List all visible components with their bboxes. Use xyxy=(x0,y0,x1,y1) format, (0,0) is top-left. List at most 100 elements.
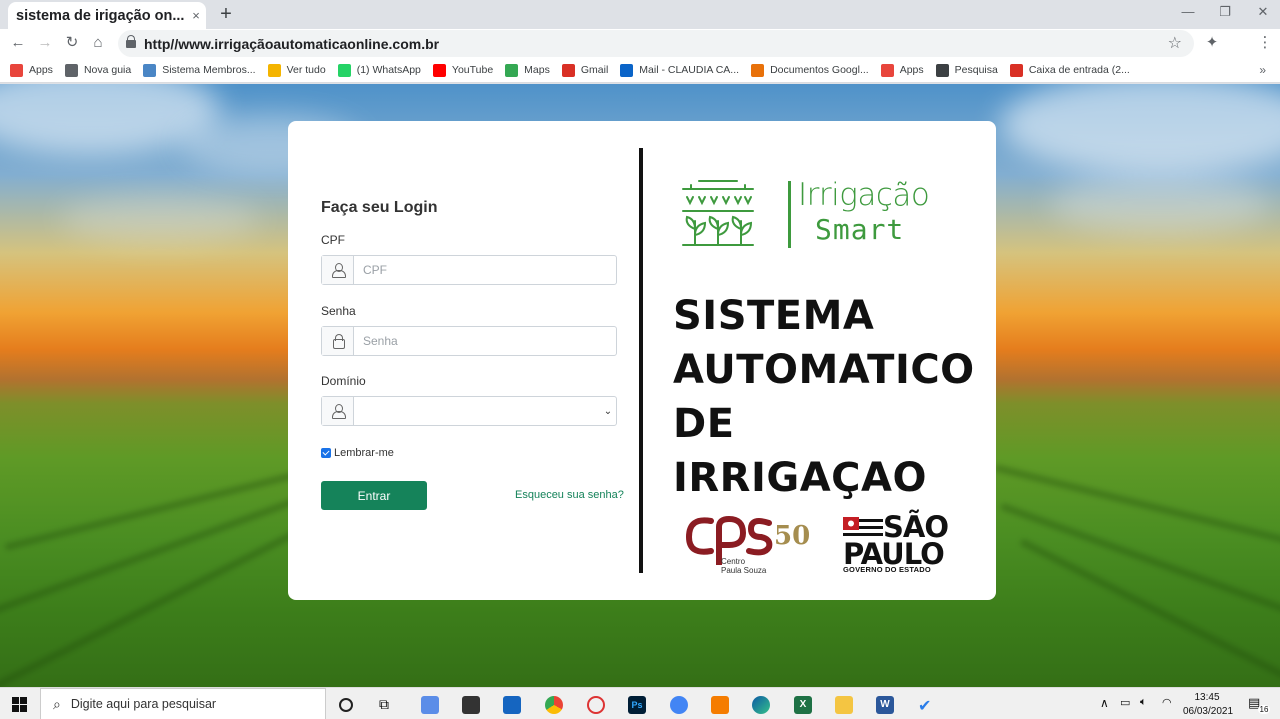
cps-sub1: Centro xyxy=(721,557,746,566)
bookmark-favicon-icon xyxy=(143,63,157,77)
bookmark-favicon-icon xyxy=(505,63,519,77)
logo-text-line1: Irrigação xyxy=(798,177,930,213)
edge-icon[interactable] xyxy=(752,696,770,714)
home-icon[interactable]: ⌂ xyxy=(88,33,108,53)
bookmark-star-icon[interactable]: ☆ xyxy=(1168,33,1182,53)
forward-icon[interactable]: → xyxy=(35,33,55,53)
bookmark-item[interactable]: Pesquisa xyxy=(935,63,998,77)
login-card: Faça seu Login CPF Senha Domínio ⌄ Lembr… xyxy=(288,121,996,600)
dominio-value[interactable] xyxy=(354,397,600,425)
system-title-line2: AUTOMATICO xyxy=(673,347,975,393)
entrar-button[interactable]: Entrar xyxy=(321,481,427,510)
new-tab-button[interactable]: + xyxy=(216,3,236,26)
checkbox-checked-icon[interactable] xyxy=(321,448,331,458)
windows-start-icon[interactable] xyxy=(12,697,28,713)
bookmark-item[interactable]: (1) WhatsApp xyxy=(337,63,421,77)
bookmark-favicon-icon xyxy=(620,63,634,77)
sao-paulo-flag-icon xyxy=(843,517,883,539)
snip-icon[interactable] xyxy=(587,696,605,714)
lock-icon[interactable] xyxy=(126,34,136,49)
bookmark-item[interactable]: Maps xyxy=(505,63,550,77)
address-bar[interactable]: http//www.irrigaçãoautomaticaonline.com.… xyxy=(118,30,1194,57)
reload-icon[interactable]: ↻ xyxy=(62,33,82,53)
sp-line3: GOVERNO DO ESTADO xyxy=(843,565,931,574)
bookmark-label: Pesquisa xyxy=(954,64,998,76)
taskbar-search-text[interactable]: Digite aqui para pesquisar xyxy=(71,697,216,711)
minimize-button[interactable]: — xyxy=(1178,4,1198,19)
bookmark-item[interactable]: Caixa de entrada (2... xyxy=(1009,63,1130,77)
wifi-icon[interactable]: ◠ xyxy=(1162,696,1172,709)
bookmark-label: Apps xyxy=(899,64,924,76)
bookmark-item[interactable]: Apps xyxy=(10,63,53,77)
bookmark-label: Caixa de entrada (2... xyxy=(1028,64,1130,76)
cps-sub2: Paula Souza xyxy=(721,566,767,575)
senha-input[interactable] xyxy=(354,327,616,355)
cpf-field[interactable] xyxy=(321,255,617,285)
bookmark-item[interactable]: YouTube xyxy=(432,63,493,77)
task-view-icon[interactable]: ⧉ xyxy=(379,696,397,714)
chrome-icon[interactable] xyxy=(545,696,563,714)
bookmark-item[interactable]: Apps xyxy=(880,63,924,77)
remember-checkbox[interactable]: Lembrar-me xyxy=(321,447,394,459)
chevron-down-icon[interactable]: ⌄ xyxy=(600,397,616,425)
cortana-icon[interactable] xyxy=(339,698,353,712)
app-icon[interactable] xyxy=(421,696,439,714)
menu-icon[interactable]: ⋮ xyxy=(1255,33,1275,53)
forgot-password-link[interactable]: Esqueceu sua senha? xyxy=(515,489,624,501)
url-text[interactable]: http//www.irrigaçãoautomaticaonline.com.… xyxy=(144,36,439,52)
bookmark-item[interactable]: Documentos Googl... xyxy=(751,63,869,77)
bookmark-item[interactable]: Sistema Membros... xyxy=(143,63,256,77)
file-explorer-icon[interactable] xyxy=(835,696,853,714)
back-icon[interactable]: ← xyxy=(8,33,28,53)
browser-icon[interactable] xyxy=(670,696,688,714)
bookmarks-more-icon[interactable]: » xyxy=(1259,63,1266,77)
dominio-label: Domínio xyxy=(321,374,366,388)
volume-icon[interactable]: 🔈︎ xyxy=(1140,696,1147,709)
cps-subtitle: Centro Paula Souza xyxy=(721,557,766,575)
bookmark-favicon-icon xyxy=(561,63,575,77)
bookmarks-bar: Apps Nova guia Sistema Membros... Ver tudo (… xyxy=(0,58,1280,83)
lock-icon xyxy=(322,327,354,355)
mail-icon[interactable] xyxy=(503,696,521,714)
excel-icon[interactable]: X xyxy=(794,696,812,714)
tab-close-icon[interactable]: × xyxy=(188,8,204,23)
taskbar: ⌕ Digite aqui para pesquisar ⧉ Ps X W ✔ … xyxy=(0,687,1280,719)
photoshop-icon[interactable]: Ps xyxy=(628,696,646,714)
browser-tab[interactable]: sistema de irigação on... × xyxy=(8,2,206,29)
bookmark-label: (1) WhatsApp xyxy=(356,64,421,76)
bookmark-favicon-icon xyxy=(10,63,23,77)
senha-label: Senha xyxy=(321,304,356,318)
maximize-button[interactable]: ❐ xyxy=(1215,4,1235,20)
store-icon[interactable] xyxy=(462,696,480,714)
bookmark-favicon-icon xyxy=(267,63,281,77)
bookmark-item[interactable]: Gmail xyxy=(561,63,608,77)
taskbar-search[interactable]: ⌕ Digite aqui para pesquisar xyxy=(40,688,326,719)
bookmark-favicon-icon xyxy=(432,63,446,77)
bookmark-favicon-icon xyxy=(64,63,78,77)
bookmark-label: Apps xyxy=(29,64,53,76)
bookmark-item[interactable]: Nova guia xyxy=(64,63,132,77)
dominio-select[interactable]: ⌄ xyxy=(321,396,617,426)
system-title-line3: DE IRRIGAÇAO xyxy=(673,401,927,501)
senha-field[interactable] xyxy=(321,326,617,356)
bookmark-favicon-icon xyxy=(1009,63,1023,77)
bookmark-label: Nova guia xyxy=(83,64,132,76)
notification-count: 16 xyxy=(1258,705,1270,714)
bookmark-favicon-icon xyxy=(337,63,351,77)
word-icon[interactable]: W xyxy=(876,696,894,714)
user-icon xyxy=(322,256,354,284)
bookmark-item[interactable]: Mail - CLAUDIA CA... xyxy=(620,63,739,77)
close-window-button[interactable]: ✕ xyxy=(1253,4,1273,20)
clock-time[interactable]: 13:45 xyxy=(1182,692,1232,703)
irrigation-sprinkler-icon xyxy=(682,180,754,246)
xampp-icon[interactable] xyxy=(711,696,729,714)
cpf-input[interactable] xyxy=(354,256,616,284)
clock-date[interactable]: 06/03/2021 xyxy=(1180,706,1236,717)
extensions-icon[interactable]: ✦ xyxy=(1202,33,1222,53)
battery-icon[interactable]: ▭ xyxy=(1120,696,1130,709)
todo-icon[interactable]: ✔ xyxy=(918,696,936,715)
bookmark-item[interactable]: Ver tudo xyxy=(267,63,326,77)
bookmark-favicon-icon xyxy=(935,63,949,77)
tray-up-icon[interactable]: ∧ xyxy=(1100,696,1109,710)
login-title: Faça seu Login xyxy=(321,199,438,216)
